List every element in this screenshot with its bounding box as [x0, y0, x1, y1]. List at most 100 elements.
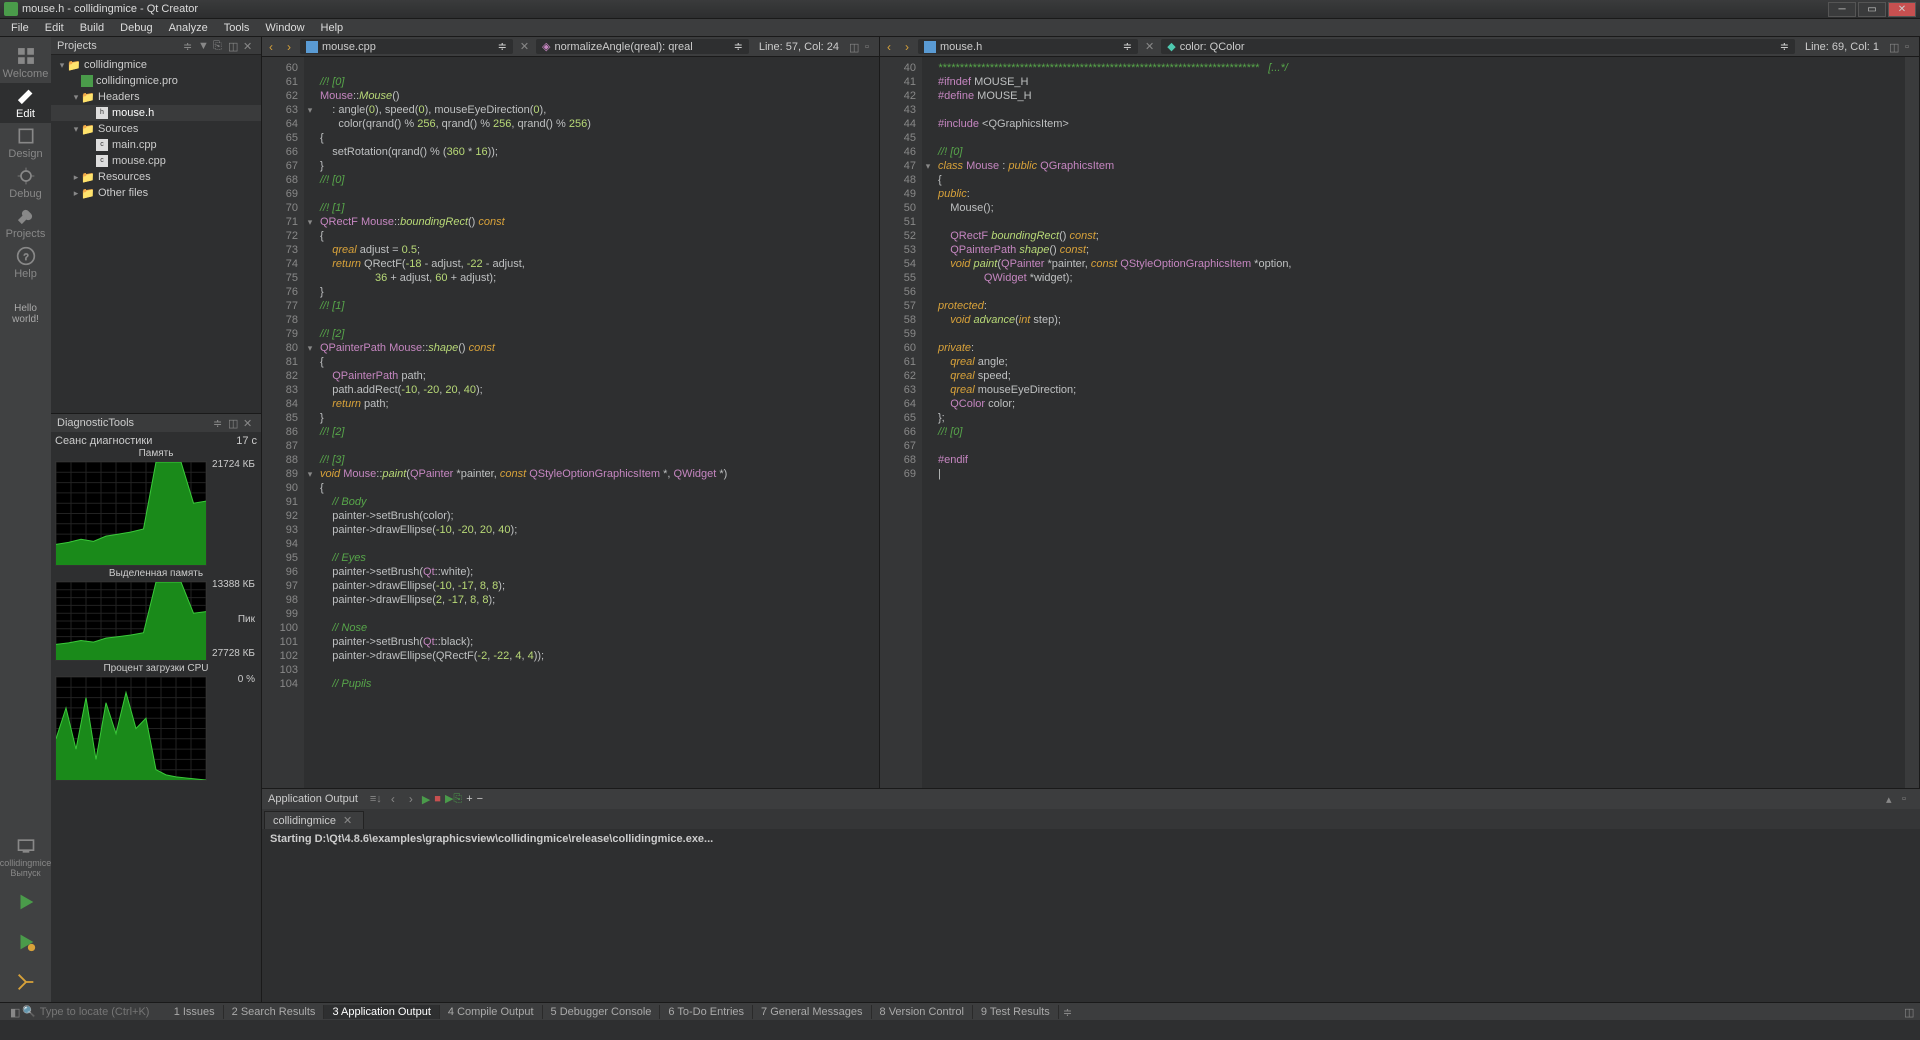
close-output-icon[interactable]: ▫: [1902, 793, 1914, 805]
output-tab[interactable]: collidingmice ✕: [264, 811, 364, 829]
split-icon[interactable]: ◫: [228, 417, 240, 429]
editor-area: ‹ › mouse.cpp ≑ ✕ ◈ normalizeAngle(qreal…: [262, 37, 1920, 1002]
close-tab-icon[interactable]: ✕: [340, 814, 355, 827]
menu-file[interactable]: File: [4, 21, 36, 35]
prev-button[interactable]: ‹: [386, 792, 400, 806]
tree-item[interactable]: hmouse.h: [51, 105, 261, 121]
filter-icon[interactable]: ▼: [198, 40, 210, 52]
mode-design[interactable]: Design: [0, 123, 51, 163]
back-button[interactable]: ‹: [264, 40, 278, 54]
code-editor[interactable]: 6061626364656667686970717273747576777879…: [262, 57, 879, 788]
chart-label: Память: [55, 448, 257, 459]
output-title: Application Output: [268, 793, 358, 805]
status-tab[interactable]: 1 Issues: [166, 1005, 224, 1019]
app-icon: [4, 2, 18, 16]
titlebar: mouse.h - collidingmice - Qt Creator ─ ▭…: [0, 0, 1920, 19]
link-icon[interactable]: ⎘: [213, 40, 225, 52]
back-button[interactable]: ‹: [882, 40, 896, 54]
run-debug-button[interactable]: [0, 922, 51, 962]
member-icon: ◆: [1167, 40, 1175, 53]
menubar: FileEditBuildDebugAnalyzeToolsWindowHelp: [0, 19, 1920, 37]
minimize-button[interactable]: ─: [1828, 2, 1856, 17]
status-tab[interactable]: 7 General Messages: [753, 1005, 872, 1019]
split-icon[interactable]: ◫: [849, 41, 861, 53]
dropdown-icon[interactable]: ≑: [213, 417, 225, 429]
code-editor[interactable]: 4041424344454647484950515253545556575859…: [880, 57, 1919, 788]
tree-item[interactable]: ▾📁Sources: [51, 121, 261, 137]
attach-icon[interactable]: ▶⎘: [445, 792, 462, 806]
build-button[interactable]: [0, 962, 51, 1002]
progress-icon[interactable]: ◫: [1904, 1006, 1916, 1018]
filter-icon[interactable]: ≡↓: [370, 793, 382, 805]
file-selector[interactable]: mouse.h ≑: [918, 39, 1138, 54]
close-file-button[interactable]: ✕: [517, 40, 532, 53]
tree-item[interactable]: cmain.cpp: [51, 137, 261, 153]
tree-item[interactable]: cmouse.cpp: [51, 153, 261, 169]
close-panel-icon[interactable]: ✕: [243, 417, 255, 429]
locator[interactable]: 🔍: [18, 1005, 164, 1018]
window-title: mouse.h - collidingmice - Qt Creator: [22, 3, 1828, 15]
cursor-position: Line: 57, Col: 24: [753, 41, 845, 53]
status-tab[interactable]: 8 Version Control: [872, 1005, 973, 1019]
side-panel: Projects ≑ ▼ ⎘ ◫ ✕ ▾📁collidingmicecollid…: [51, 37, 262, 1002]
menu-build[interactable]: Build: [73, 21, 111, 35]
status-tab[interactable]: 4 Compile Output: [440, 1005, 543, 1019]
close-split-icon[interactable]: ▫: [1905, 41, 1917, 53]
tree-item[interactable]: collidingmice.pro: [51, 73, 261, 89]
forward-button[interactable]: ›: [900, 40, 914, 54]
next-button[interactable]: ›: [404, 792, 418, 806]
maximize-button[interactable]: ▭: [1858, 2, 1886, 17]
status-tab[interactable]: 2 Search Results: [224, 1005, 325, 1019]
sidebar-toggle-icon[interactable]: ◧: [4, 1006, 16, 1018]
status-tab[interactable]: 5 Debugger Console: [543, 1005, 661, 1019]
file-selector[interactable]: mouse.cpp ≑: [300, 39, 513, 54]
menu-analyze[interactable]: Analyze: [162, 21, 215, 35]
menu-edit[interactable]: Edit: [38, 21, 71, 35]
mode-help[interactable]: ?Help: [0, 243, 51, 283]
scrollbar[interactable]: [1905, 57, 1919, 788]
editor-toolbar: ‹ › mouse.cpp ≑ ✕ ◈ normalizeAngle(qreal…: [262, 37, 879, 57]
stop-icon[interactable]: ■: [434, 793, 441, 805]
svg-text:?: ?: [23, 252, 28, 262]
close-panel-icon[interactable]: ✕: [243, 40, 255, 52]
mode-debug[interactable]: Debug: [0, 163, 51, 203]
run-button[interactable]: [0, 882, 51, 922]
mode-welcome[interactable]: Welcome: [0, 43, 51, 83]
tree-item[interactable]: ▾📁collidingmice: [51, 57, 261, 73]
kit-selector[interactable]: collidingmice Выпуск: [0, 832, 51, 882]
statusbar: ◧ 🔍 1 Issues2 Search Results3 Applicatio…: [0, 1002, 1920, 1020]
menu-window[interactable]: Window: [258, 21, 311, 35]
menu-debug[interactable]: Debug: [113, 21, 159, 35]
status-tab[interactable]: 3 Application Output: [324, 1005, 439, 1019]
menu-tools[interactable]: Tools: [217, 21, 257, 35]
tree-item[interactable]: ▸📁Other files: [51, 185, 261, 201]
output-text[interactable]: Starting D:\Qt\4.8.6\examples\graphicsvi…: [262, 829, 1920, 1002]
status-tab[interactable]: 9 Test Results: [973, 1005, 1059, 1019]
mode-edit[interactable]: Edit: [0, 83, 51, 123]
tree-item[interactable]: ▸📁Resources: [51, 169, 261, 185]
close-file-button[interactable]: ✕: [1142, 40, 1157, 53]
menu-help[interactable]: Help: [314, 21, 351, 35]
chart-label: Процент загрузки CPU: [55, 663, 257, 674]
diagnostic-header: DiagnosticTools ≑ ◫ ✕: [51, 414, 261, 432]
dropdown-icon[interactable]: ≑: [183, 40, 195, 52]
status-tab[interactable]: 6 To-Do Entries: [660, 1005, 753, 1019]
remove-icon[interactable]: −: [477, 793, 483, 805]
close-split-icon[interactable]: ▫: [865, 41, 877, 53]
run-icon[interactable]: ▶: [422, 793, 430, 806]
split-icon[interactable]: ◫: [1889, 41, 1901, 53]
diagnostic-panel: DiagnosticTools ≑ ◫ ✕ Сеанс диагностики1…: [51, 413, 261, 1002]
symbol-selector[interactable]: ◈ normalizeAngle(qreal): qreal ≑: [536, 39, 749, 54]
maximize-icon[interactable]: ▴: [1886, 793, 1898, 805]
locator-input[interactable]: [40, 1006, 160, 1018]
split-icon[interactable]: ◫: [228, 40, 240, 52]
forward-button[interactable]: ›: [282, 40, 296, 54]
dropdown-icon[interactable]: ≑: [1063, 1006, 1075, 1018]
symbol-selector[interactable]: ◆ color: QColor ≑: [1161, 39, 1795, 54]
mode-projects[interactable]: Projects: [0, 203, 51, 243]
close-button[interactable]: ✕: [1888, 2, 1916, 17]
project-tree[interactable]: ▾📁collidingmicecollidingmice.pro▾📁Header…: [51, 55, 261, 413]
tree-item[interactable]: ▾📁Headers: [51, 89, 261, 105]
add-icon[interactable]: +: [466, 793, 472, 805]
mode-rail: WelcomeEditDesignDebugProjects?Help Hell…: [0, 37, 51, 1002]
